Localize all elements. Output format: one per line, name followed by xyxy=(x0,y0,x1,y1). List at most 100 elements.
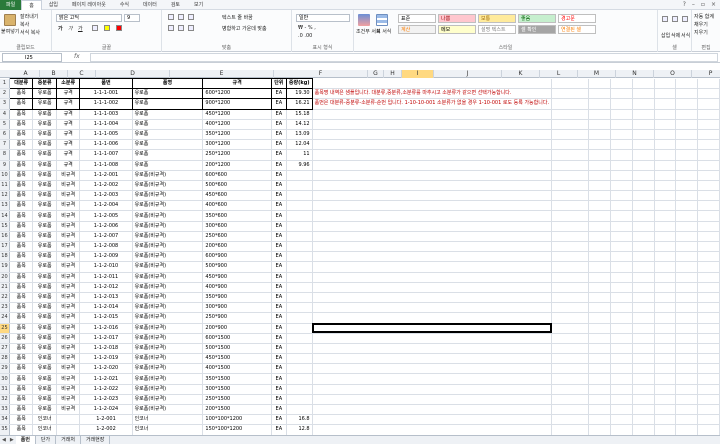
cell[interactable]: 1-1-2-001 xyxy=(79,170,133,181)
cell[interactable] xyxy=(675,343,699,355)
first-sheet-icon[interactable]: ◀ xyxy=(0,437,8,443)
cell[interactable]: 200*900 xyxy=(202,323,272,334)
cell[interactable] xyxy=(610,180,633,192)
cell[interactable]: 유로폼 xyxy=(32,241,57,253)
row-header-27[interactable]: 27 xyxy=(0,343,10,355)
cell[interactable] xyxy=(632,149,655,161)
row-header-32[interactable]: 32 xyxy=(0,394,10,406)
cell[interactable]: 100*100*1200 xyxy=(202,414,272,426)
cell[interactable]: 품목 xyxy=(9,384,34,395)
cell[interactable] xyxy=(610,261,633,273)
cell[interactable]: 1-1-2-017 xyxy=(79,333,133,344)
cell[interactable] xyxy=(588,231,611,243)
cell[interactable]: 250*1500 xyxy=(202,394,272,406)
cell[interactable] xyxy=(675,353,699,365)
cell[interactable] xyxy=(312,119,553,130)
cell[interactable] xyxy=(697,98,720,110)
cell[interactable]: 400*1500 xyxy=(202,363,272,375)
align-center-icon[interactable] xyxy=(178,25,184,31)
cell[interactable] xyxy=(632,353,655,365)
help-icon[interactable]: ? xyxy=(683,1,686,8)
cell[interactable] xyxy=(312,292,553,304)
cell[interactable] xyxy=(610,343,633,355)
cell[interactable] xyxy=(610,200,633,212)
cell[interactable] xyxy=(312,149,553,161)
cell[interactable] xyxy=(610,78,633,90)
row-header-12[interactable]: 12 xyxy=(0,190,10,202)
cell[interactable] xyxy=(675,363,699,375)
row-header-28[interactable]: 28 xyxy=(0,353,10,365)
align-middle-icon[interactable] xyxy=(178,14,184,20)
cell[interactable]: EA xyxy=(271,129,287,141)
cell[interactable]: 품목 xyxy=(9,119,34,130)
cell[interactable] xyxy=(286,404,313,416)
cell[interactable] xyxy=(675,88,699,100)
align-bottom-icon[interactable] xyxy=(188,14,194,20)
cell[interactable] xyxy=(697,424,720,435)
cell[interactable]: 인코너 xyxy=(132,414,204,426)
cell[interactable] xyxy=(697,129,720,141)
cell[interactable] xyxy=(312,200,553,212)
cell[interactable]: EA xyxy=(271,343,287,355)
cell[interactable]: 19.30 xyxy=(285,88,313,100)
cell[interactable]: 품목 xyxy=(9,251,34,263)
format-cells-button[interactable]: 서식 xyxy=(681,32,690,39)
cell[interactable]: EA xyxy=(271,353,287,365)
cell[interactable] xyxy=(632,302,655,314)
cell[interactable] xyxy=(312,353,553,365)
cell[interactable]: 유로폼 xyxy=(32,384,57,395)
cell[interactable] xyxy=(654,363,677,375)
cell[interactable]: 유로폼(비규격) xyxy=(132,180,204,192)
cell[interactable]: 품목 xyxy=(9,323,34,334)
row-header-13[interactable]: 13 xyxy=(0,200,10,212)
cell[interactable] xyxy=(697,221,720,232)
cell[interactable]: EA xyxy=(271,333,287,344)
cell[interactable]: 품목 xyxy=(9,129,34,141)
cell[interactable] xyxy=(588,251,611,263)
cell[interactable] xyxy=(588,384,611,395)
cell-style-7[interactable]: 설명 텍스트 xyxy=(478,25,516,34)
cell[interactable] xyxy=(610,160,633,171)
cell[interactable]: EA xyxy=(271,384,287,395)
fx-icon[interactable]: fx xyxy=(74,53,80,60)
cell[interactable] xyxy=(610,88,633,100)
cell[interactable] xyxy=(286,282,313,293)
menu-tab-6[interactable]: 보기 xyxy=(187,0,210,10)
row-header-25[interactable]: 25 xyxy=(0,323,10,334)
cell[interactable] xyxy=(654,414,677,426)
cell[interactable] xyxy=(551,160,590,171)
cell[interactable] xyxy=(675,323,699,334)
cell[interactable]: 비규격 xyxy=(56,241,81,253)
cell[interactable] xyxy=(610,394,633,406)
cell[interactable] xyxy=(632,180,655,192)
cell[interactable] xyxy=(286,384,313,395)
cell[interactable]: 12.8 xyxy=(286,424,313,435)
cell[interactable] xyxy=(551,343,590,355)
align-right-icon[interactable] xyxy=(188,25,194,31)
bold-button[interactable]: 가 xyxy=(58,25,63,32)
cell[interactable] xyxy=(632,312,655,324)
cell[interactable]: EA xyxy=(271,160,287,171)
cell[interactable] xyxy=(551,373,590,385)
row-header-14[interactable]: 14 xyxy=(0,210,10,222)
header-cell[interactable]: 단위 xyxy=(270,78,287,90)
cell[interactable] xyxy=(675,200,699,212)
cell[interactable]: 유로폼 xyxy=(32,333,57,344)
cell[interactable] xyxy=(551,139,590,151)
cell[interactable] xyxy=(632,363,655,375)
row-header-8[interactable]: 8 xyxy=(0,149,10,161)
cell[interactable] xyxy=(632,241,655,253)
cell[interactable] xyxy=(654,272,677,283)
cell[interactable] xyxy=(632,78,655,90)
cell[interactable] xyxy=(654,180,677,192)
cell[interactable] xyxy=(610,231,633,243)
cell[interactable] xyxy=(697,394,720,406)
cell[interactable] xyxy=(632,88,655,100)
cell[interactable] xyxy=(654,98,677,110)
cell[interactable] xyxy=(588,210,611,222)
cell[interactable]: 1-1-2-021 xyxy=(79,373,133,385)
cell[interactable]: 1-1-2-002 xyxy=(79,180,133,192)
cell[interactable] xyxy=(697,231,720,243)
cell[interactable] xyxy=(312,180,553,192)
cell[interactable] xyxy=(588,353,611,365)
